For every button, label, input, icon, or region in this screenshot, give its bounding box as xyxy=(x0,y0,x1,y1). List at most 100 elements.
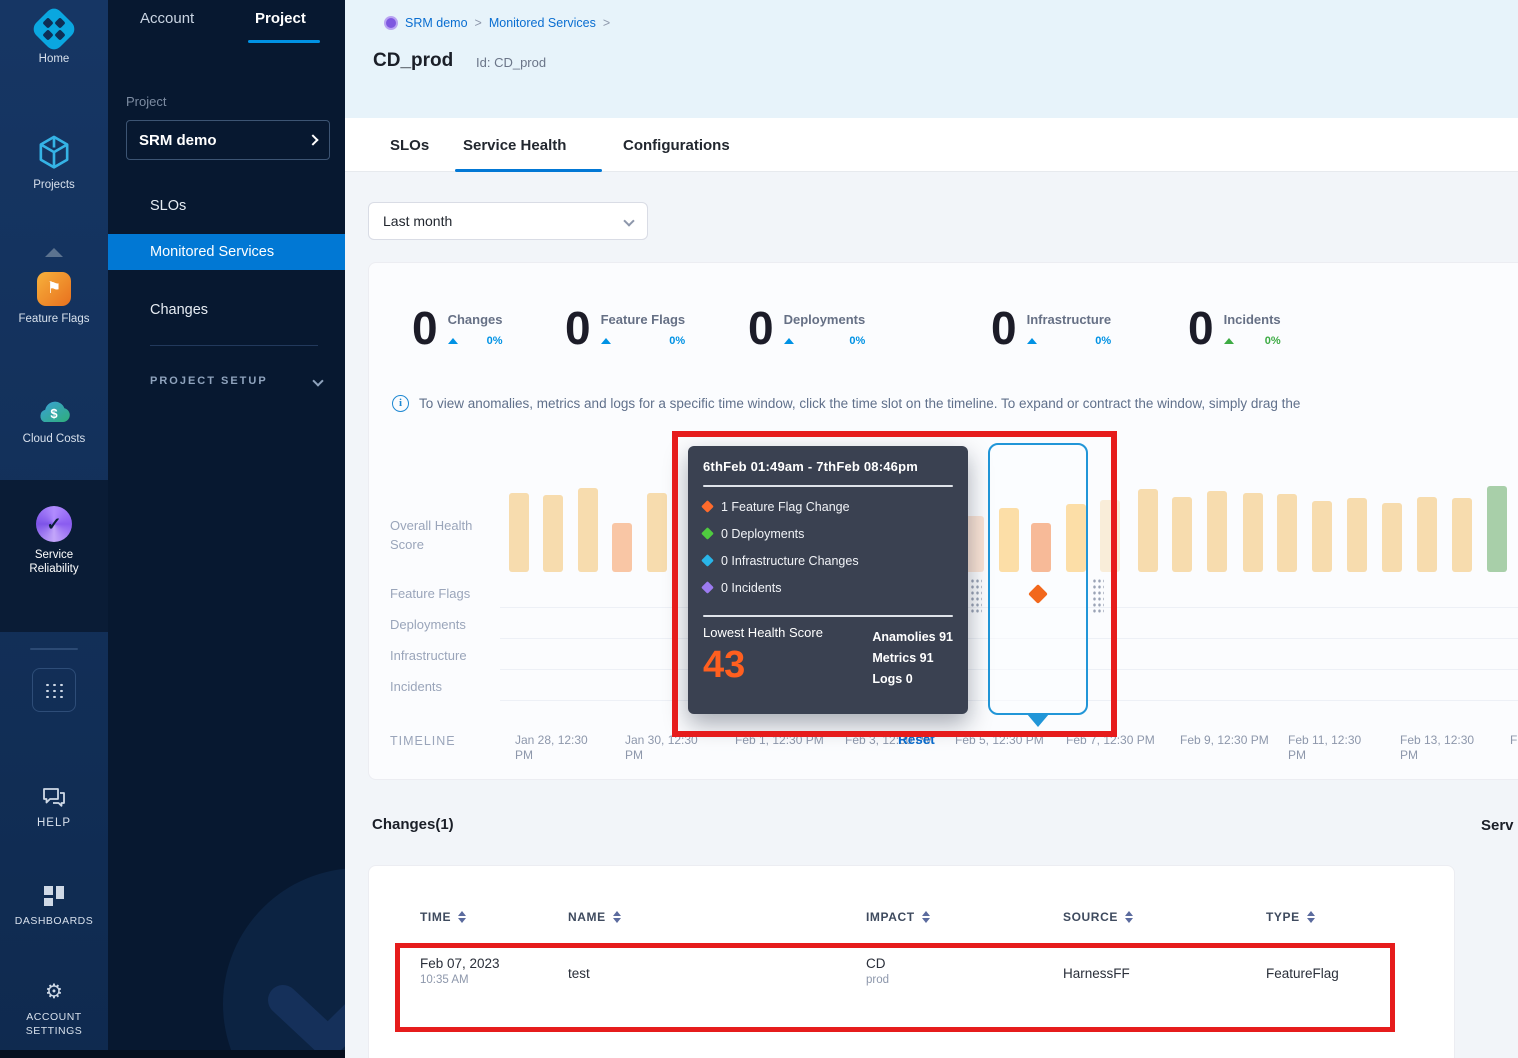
cube-icon xyxy=(0,134,108,172)
breadcrumb-separator: > xyxy=(603,16,610,30)
detail-value: 91 xyxy=(939,630,953,644)
tooltip-divider xyxy=(703,485,953,487)
sidebar-item-projects[interactable]: Projects xyxy=(0,134,108,192)
breadcrumb-project-link[interactable]: SRM demo xyxy=(405,16,468,30)
sort-icon[interactable] xyxy=(613,911,621,923)
sort-icon[interactable] xyxy=(922,911,930,923)
sort-icon[interactable] xyxy=(458,911,466,923)
timeline-tick-label: Feb 11, 12:30 PM xyxy=(1288,733,1368,763)
sort-icon[interactable] xyxy=(1307,911,1315,923)
breadcrumb-section-link[interactable]: Monitored Services xyxy=(489,16,596,30)
time-window-selection[interactable] xyxy=(988,443,1088,715)
column-header-source[interactable]: SOURCE xyxy=(1063,910,1133,924)
tab-slos[interactable]: SLOs xyxy=(390,137,429,154)
nav-item-changes[interactable]: Changes xyxy=(108,292,345,328)
health-score-bar[interactable] xyxy=(1487,486,1507,572)
stat-delta: 0% xyxy=(849,335,865,347)
project-selector[interactable]: SRM demo xyxy=(126,120,330,160)
health-score-bar[interactable] xyxy=(1382,503,1402,572)
sidebar-item-label: Cloud Costs xyxy=(0,432,108,446)
sidebar-item-account-settings[interactable]: ⚙ ACCOUNT SETTINGS xyxy=(0,980,108,1038)
project-setup-toggle[interactable]: PROJECT SETUP xyxy=(150,375,322,387)
scroll-up-icon[interactable] xyxy=(0,248,108,257)
selection-arrow-icon xyxy=(1027,714,1049,727)
time-range-value: Last month xyxy=(383,213,625,229)
timeline-tick-label: Feb 13, 12:30 PM xyxy=(1400,733,1480,763)
dashboard-icon xyxy=(0,884,108,908)
sidebar-item-label: DASHBOARDS xyxy=(0,914,108,928)
window-drag-handle-right[interactable] xyxy=(1092,578,1104,614)
health-score-bar[interactable] xyxy=(509,493,529,572)
health-score-bar[interactable] xyxy=(1347,498,1367,572)
timeline-tick-label: Jan 30, 12:30 PM xyxy=(625,733,705,763)
module-browser-button[interactable] xyxy=(32,668,76,712)
health-score-bar[interactable] xyxy=(1452,498,1472,572)
feature-flag-diamond-icon xyxy=(701,500,714,513)
impact-value: CD xyxy=(866,956,889,971)
impact-sub-value: prod xyxy=(866,974,889,986)
column-label: SOURCE xyxy=(1063,910,1118,924)
cell-impact[interactable]: CD prod xyxy=(866,956,889,986)
column-header-name[interactable]: NAME xyxy=(568,910,621,924)
stat-delta: 0% xyxy=(1265,335,1281,347)
reset-button[interactable]: Reset xyxy=(898,732,935,747)
sidebar-item-service-reliability[interactable]: ✓ Service Reliability xyxy=(0,506,108,576)
stat-value: 0 xyxy=(1188,300,1214,356)
column-header-time[interactable]: TIME xyxy=(420,910,466,924)
nav-item-monitored-services[interactable]: Monitored Services xyxy=(108,234,345,270)
health-score-bar[interactable] xyxy=(1277,494,1297,572)
health-score-bar[interactable] xyxy=(1172,497,1192,572)
health-score-bar[interactable] xyxy=(1243,493,1263,572)
cell-type[interactable]: FeatureFlag xyxy=(1266,966,1339,981)
decorative-check-icon xyxy=(258,930,345,1058)
timeline-tick-label: Feb 7, 12:30 PM xyxy=(1066,733,1176,748)
tab-configurations[interactable]: Configurations xyxy=(623,137,730,154)
column-header-type[interactable]: TYPE xyxy=(1266,910,1315,924)
timeline-tick-label: Feb 5, 12:30 PM xyxy=(955,733,1065,748)
tooltip-event-text: 0 Incidents xyxy=(721,581,781,595)
stat-label: Incidents xyxy=(1224,312,1281,327)
service-reliability-icon: ✓ xyxy=(36,506,72,542)
health-score-bar[interactable] xyxy=(647,493,667,572)
cell-source[interactable]: HarnessFF xyxy=(1063,966,1130,981)
health-score-bar[interactable] xyxy=(1417,497,1437,572)
tab-project[interactable]: Project xyxy=(255,10,306,27)
sidebar-item-dashboards[interactable]: DASHBOARDS xyxy=(0,884,108,928)
stat-label: Changes xyxy=(448,312,503,327)
sidebar-item-cloud-costs[interactable]: $ Cloud Costs xyxy=(0,396,108,446)
sidebar-item-feature-flags[interactable]: ⚑ Feature Flags xyxy=(0,272,108,326)
health-score-bar[interactable] xyxy=(612,523,632,572)
info-note: i To view anomalies, metrics and logs fo… xyxy=(392,395,1518,413)
row-label-overall-health: Overall Health Score xyxy=(390,516,502,554)
tab-service-health[interactable]: Service Health xyxy=(463,137,566,154)
health-score-bar[interactable] xyxy=(1312,501,1332,572)
sidebar-item-home[interactable]: Home xyxy=(0,12,108,66)
cell-time[interactable]: Feb 07, 2023 10:35 AM xyxy=(420,956,500,986)
breadcrumb-separator: > xyxy=(475,16,482,30)
time-range-select[interactable]: Last month xyxy=(368,202,648,240)
tooltip-detail: Metrics 91 xyxy=(872,648,953,669)
sidebar-item-help[interactable]: HELP xyxy=(0,786,108,830)
health-score-bar[interactable] xyxy=(1207,491,1227,572)
project-avatar-icon xyxy=(384,16,398,30)
harness-logo-icon xyxy=(30,5,78,53)
column-header-impact[interactable]: IMPACT xyxy=(866,910,930,924)
timeline-label: TIMELINE xyxy=(390,732,456,751)
nav-item-slos[interactable]: SLOs xyxy=(108,188,345,224)
module-sidebar: Home Projects ⚑ Feature Flags $ Cloud Co… xyxy=(0,0,108,1058)
lowest-health-score-label: Lowest Health Score xyxy=(703,625,823,640)
tab-account[interactable]: Account xyxy=(140,10,194,27)
cell-name[interactable]: test xyxy=(568,966,590,981)
column-label: TIME xyxy=(420,910,451,924)
health-score-bar[interactable] xyxy=(543,495,563,572)
health-score-bar[interactable] xyxy=(1138,489,1158,572)
timeline-tick-label: F xyxy=(1510,733,1518,748)
window-drag-handle-left[interactable] xyxy=(970,578,982,614)
stat-label: Infrastructure xyxy=(1027,312,1112,327)
project-section-label: Project xyxy=(126,94,166,109)
sort-icon[interactable] xyxy=(1125,911,1133,923)
delta-up-icon xyxy=(1027,338,1037,344)
health-score-bar[interactable] xyxy=(1100,500,1120,572)
health-score-bar[interactable] xyxy=(578,488,598,572)
tooltip-event: 0 Infrastructure Changes xyxy=(703,547,953,574)
